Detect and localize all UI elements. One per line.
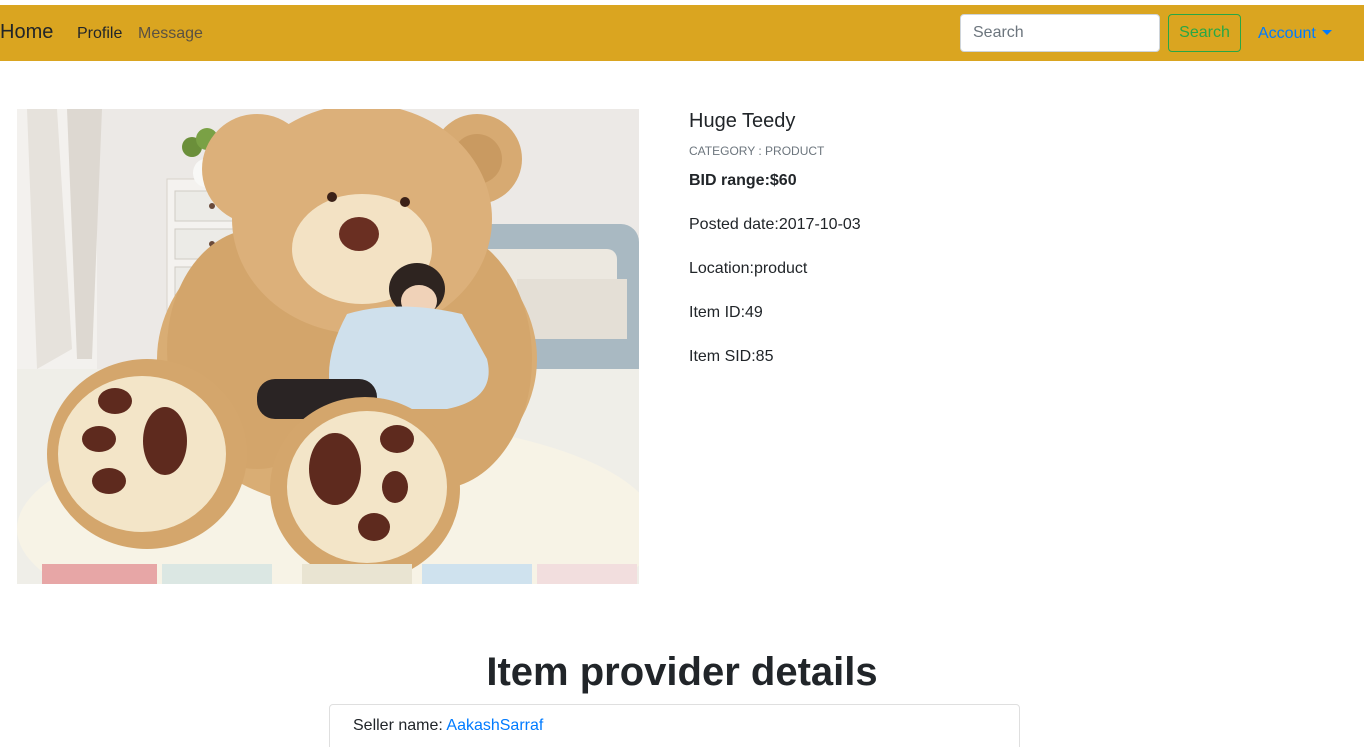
search-button[interactable]: Search <box>1168 14 1241 52</box>
seller-card: Seller name: AakashSarraf <box>329 704 1020 747</box>
caret-down-icon <box>1321 30 1332 35</box>
product-category: CATEGORY : PRODUCT <box>689 144 825 158</box>
teddy-bear-photo <box>17 109 639 584</box>
nav-profile-link[interactable]: Profile <box>77 25 122 43</box>
item-sid: Item SID:85 <box>689 348 774 365</box>
product-title: Huge Teedy <box>689 110 796 132</box>
home-link[interactable]: Home <box>0 21 53 44</box>
search-input[interactable] <box>960 14 1160 52</box>
location: Location:product <box>689 260 808 277</box>
seller-line: Seller name: AakashSarraf <box>353 717 543 735</box>
item-id: Item ID:49 <box>689 304 763 321</box>
nav-message-link[interactable]: Message <box>138 25 203 43</box>
product-image <box>17 109 639 584</box>
seller-label: Seller name: <box>353 717 447 734</box>
navbar: Home Profile Message Search Account <box>0 5 1364 61</box>
bid-range: BID range:$60 <box>689 172 797 189</box>
seller-name-link[interactable]: AakashSarraf <box>446 717 543 734</box>
posted-date: Posted date:2017-10-03 <box>689 216 861 233</box>
account-dropdown[interactable]: Account <box>1258 25 1332 43</box>
account-label: Account <box>1258 25 1316 42</box>
provider-heading: Item provider details <box>486 650 878 694</box>
